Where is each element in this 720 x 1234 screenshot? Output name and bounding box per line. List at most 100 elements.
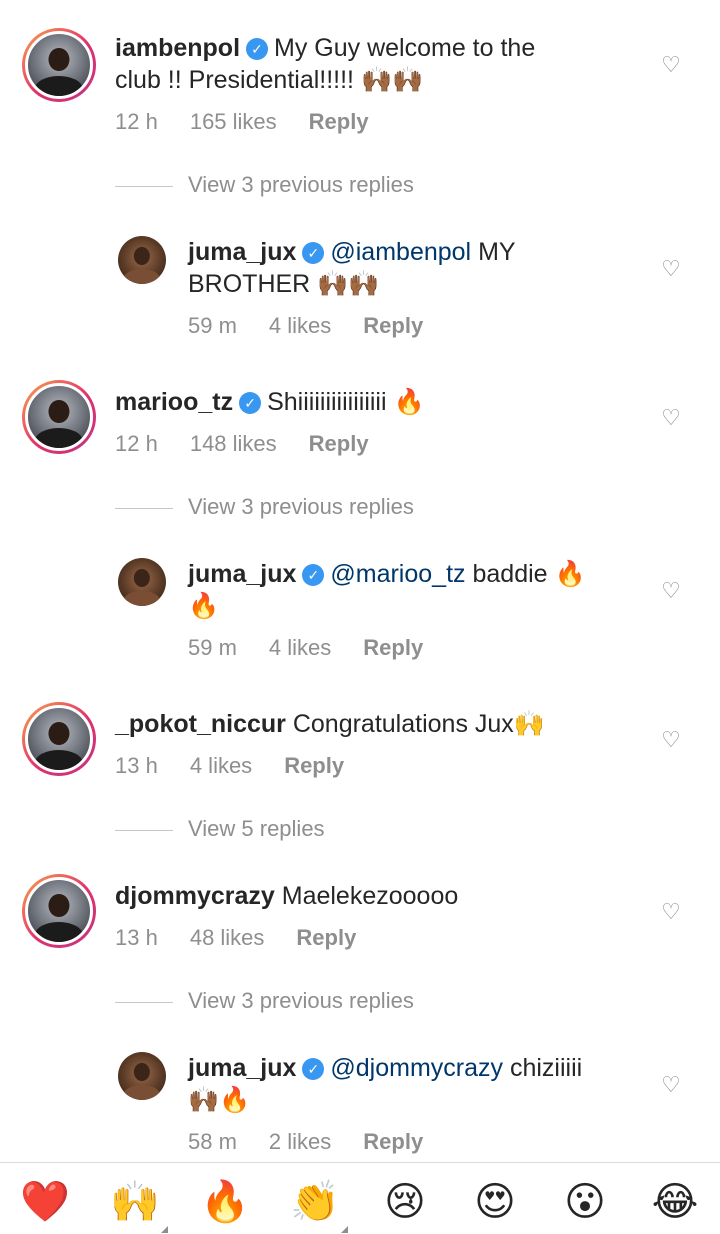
comment-username[interactable]: _pokot_niccur — [115, 710, 286, 738]
comment-likes[interactable]: 48 likes — [190, 925, 265, 950]
verified-badge-icon: ✓ — [246, 38, 269, 60]
comment-username[interactable]: marioo_tz — [115, 388, 233, 416]
comment-time: 13 h — [115, 753, 158, 778]
comment-meta: 12 h 165 likes Reply — [115, 109, 401, 135]
avatar[interactable] — [118, 558, 166, 606]
view-replies-button[interactable]: View 3 previous replies — [115, 494, 615, 524]
mention-link[interactable]: @iambenpol — [330, 238, 471, 266]
verified-badge-icon: ✓ — [302, 1058, 325, 1080]
comment-time: 58 m — [188, 1129, 237, 1154]
view-replies-label: View 3 previous replies — [188, 172, 414, 197]
comment-meta: 12 h 148 likes Reply — [115, 431, 401, 457]
comment-body-line-1: Maelekezooooo — [281, 882, 459, 910]
crying-face-emoji-button[interactable]: 😢 — [380, 1177, 430, 1227]
comment-likes[interactable]: 4 likes — [269, 313, 331, 338]
heart-outline-icon[interactable]: ♡ — [660, 407, 682, 429]
avatar[interactable] — [22, 702, 96, 776]
avatar[interactable] — [22, 380, 96, 454]
comment-username[interactable]: djommycrazy — [115, 882, 275, 910]
clapping-hands-emoji-button[interactable]: 👏 — [290, 1177, 348, 1233]
red-heart-emoji-button[interactable]: ❤️ — [20, 1177, 70, 1227]
comment-text: _pokot_niccur Congratulations Jux🙌 — [115, 708, 635, 740]
comment-meta: 13 h 48 likes Reply — [115, 925, 388, 951]
comment-likes[interactable]: 4 likes — [269, 635, 331, 660]
raising-hands-emoji-button[interactable]: 🙌 — [110, 1177, 168, 1233]
reply-button[interactable]: Reply — [363, 635, 423, 660]
replies-divider — [115, 508, 173, 509]
comment-likes[interactable]: 165 likes — [190, 109, 277, 134]
comment-meta: 59 m 4 likes Reply — [188, 313, 455, 339]
reply-button[interactable]: Reply — [284, 753, 344, 778]
comment-username[interactable]: juma_jux — [188, 560, 296, 588]
heart-outline-icon[interactable]: ♡ — [660, 729, 682, 751]
replies-divider — [115, 1002, 173, 1003]
replies-divider — [115, 830, 173, 831]
comment-body-line-1: MY — [478, 238, 516, 266]
comment-body-line-1: chiziiiii — [509, 1054, 583, 1082]
heart-outline-icon[interactable]: ♡ — [660, 258, 682, 280]
reply-button[interactable]: Reply — [309, 431, 369, 456]
view-replies-label: View 3 previous replies — [188, 494, 414, 519]
heart-outline-icon[interactable]: ♡ — [660, 54, 682, 76]
comment-text: juma_jux ✓ @marioo_tz baddie 🔥 🔥 — [188, 558, 648, 622]
fire-emoji-button[interactable]: 🔥 — [200, 1177, 250, 1227]
heart-outline-icon[interactable]: ♡ — [660, 901, 682, 923]
comment-meta: 58 m 2 likes Reply — [188, 1129, 455, 1155]
comment-text: djommycrazy Maelekezooooo — [115, 880, 635, 912]
verified-badge-icon: ✓ — [239, 392, 262, 414]
avatar[interactable] — [22, 28, 96, 102]
comment-text: marioo_tz ✓ Shiiiiiiiiiiiiiiii 🔥 — [115, 386, 635, 418]
comment-body-line-1: baddie 🔥 — [472, 560, 586, 588]
comment-body-line-2: BROTHER 🙌🏾🙌🏾 — [188, 270, 380, 298]
comment-meta: 13 h 4 likes Reply — [115, 753, 376, 779]
comment-body-line-1: Congratulations Jux🙌 — [292, 710, 545, 738]
comment-text: iambenpol ✓ My Guy welcome to the club !! … — [115, 32, 635, 96]
avatar[interactable] — [118, 1052, 166, 1100]
reply-button[interactable]: Reply — [363, 1129, 423, 1154]
comment-likes[interactable]: 148 likes — [190, 431, 277, 456]
tears-of-joy-emoji-button[interactable]: 😂 — [650, 1177, 700, 1227]
skin-tone-indicator-icon — [161, 1226, 168, 1233]
replies-divider — [115, 186, 173, 187]
comment-text: juma_jux ✓ @iambenpol MY BROTHER 🙌🏾🙌🏾 — [188, 236, 648, 300]
heart-outline-icon[interactable]: ♡ — [660, 580, 682, 602]
comment-body-line-2: club !! Presidential!!!!! 🙌🏾🙌🏾 — [115, 66, 424, 94]
reply-button[interactable]: Reply — [309, 109, 369, 134]
comment-meta: 59 m 4 likes Reply — [188, 635, 455, 661]
mention-link[interactable]: @djommycrazy — [330, 1054, 503, 1082]
comment-body-line-2: 🙌🏾🔥 — [188, 1086, 251, 1114]
emoji-quick-bar: ❤️ 🙌 🔥 👏 😢 😍 😮 😂 — [0, 1162, 720, 1234]
verified-badge-icon: ✓ — [302, 242, 325, 264]
mention-link[interactable]: @marioo_tz — [330, 560, 465, 588]
view-replies-label: View 3 previous replies — [188, 988, 414, 1013]
comment-likes[interactable]: 4 likes — [190, 753, 252, 778]
comment-time: 12 h — [115, 431, 158, 456]
view-replies-label: View 5 replies — [188, 816, 325, 841]
surprised-face-emoji-button[interactable]: 😮 — [560, 1177, 610, 1227]
comment-time: 59 m — [188, 313, 237, 338]
reply-button[interactable]: Reply — [296, 925, 356, 950]
reply-button[interactable]: Reply — [363, 313, 423, 338]
comment-time: 59 m — [188, 635, 237, 660]
comment-likes[interactable]: 2 likes — [269, 1129, 331, 1154]
comment-text: juma_jux ✓ @djommycrazy chiziiiii 🙌🏾🔥 — [188, 1052, 648, 1116]
comment-username[interactable]: iambenpol — [115, 34, 240, 62]
avatar[interactable] — [22, 874, 96, 948]
verified-badge-icon: ✓ — [302, 564, 325, 586]
comment-time: 13 h — [115, 925, 158, 950]
view-replies-button[interactable]: View 3 previous replies — [115, 988, 615, 1018]
clapping-hands-emoji: 👏 — [290, 1179, 340, 1225]
comment-body-line-2: 🔥 — [188, 592, 220, 620]
view-replies-button[interactable]: View 5 replies — [115, 816, 615, 846]
comment-time: 12 h — [115, 109, 158, 134]
heart-eyes-emoji-button[interactable]: 😍 — [470, 1177, 520, 1227]
avatar[interactable] — [118, 236, 166, 284]
raising-hands-emoji: 🙌 — [110, 1179, 160, 1225]
view-replies-button[interactable]: View 3 previous replies — [115, 172, 615, 202]
skin-tone-indicator-icon — [341, 1226, 348, 1233]
comment-body-line-1: Shiiiiiiiiiiiiiiii 🔥 — [267, 388, 425, 416]
comment-username[interactable]: juma_jux — [188, 238, 296, 266]
comment-username[interactable]: juma_jux — [188, 1054, 296, 1082]
comment-body-line-1: My Guy welcome to the — [274, 34, 536, 62]
heart-outline-icon[interactable]: ♡ — [660, 1074, 682, 1096]
